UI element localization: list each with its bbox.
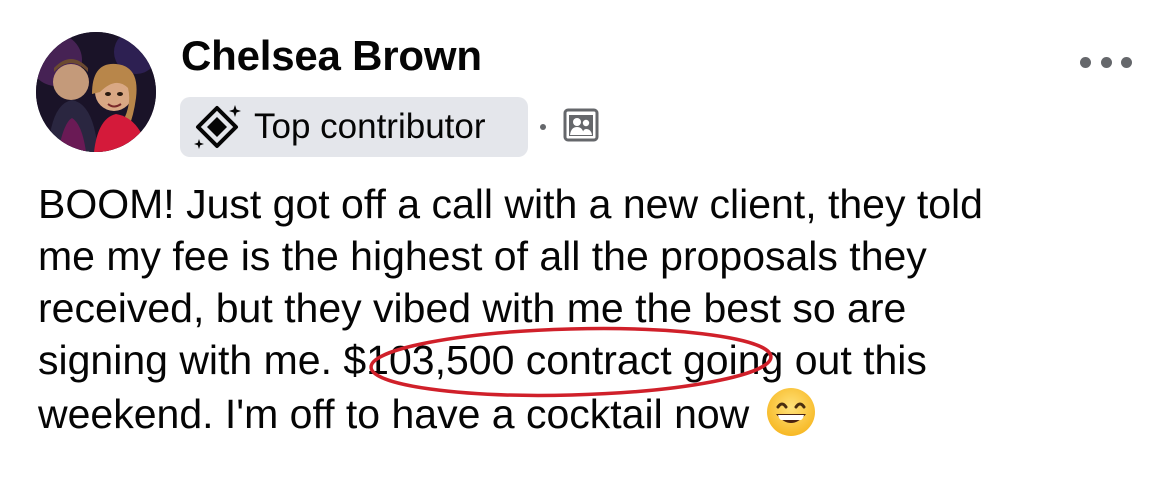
post-text-line: signing with me. $103,500 contract going… <box>38 334 1148 386</box>
post-text-line: received, but they vibed with me the bes… <box>38 285 907 331</box>
more-dot-icon <box>1080 56 1091 68</box>
post-text-line: me my fee is the highest of all the prop… <box>38 233 927 279</box>
author-name[interactable]: Chelsea Brown <box>181 32 482 80</box>
post-text-segment: going out this <box>671 337 927 383</box>
post-text-line: weekend. I'm off to have a cocktail now <box>38 386 1148 440</box>
post-card: Chelsea Brown Top contributor BOOM! Just… <box>0 0 1170 483</box>
separator-dot <box>540 124 546 130</box>
post-text-segment: signing with me. <box>38 337 344 383</box>
top-contributor-badge[interactable]: Top contributor <box>180 97 528 157</box>
diamond-sparkle-icon <box>194 105 241 149</box>
post-text-line: BOOM! Just got off a call with a new cli… <box>38 181 983 227</box>
members-group-icon[interactable] <box>563 108 599 142</box>
more-dot-icon <box>1100 56 1112 68</box>
more-options-button[interactable] <box>1080 50 1132 74</box>
badge-label: Top contributor <box>254 107 486 146</box>
post-text-segment: weekend. I'm off to have a cocktail now <box>38 391 750 437</box>
grinning-face-emoji-icon <box>766 388 815 436</box>
author-avatar[interactable] <box>36 32 156 152</box>
post-body: BOOM! Just got off a call with a new cli… <box>38 178 1148 440</box>
contract-amount-text: $103,500 contract <box>343 337 672 383</box>
more-dot-icon <box>1121 56 1132 68</box>
